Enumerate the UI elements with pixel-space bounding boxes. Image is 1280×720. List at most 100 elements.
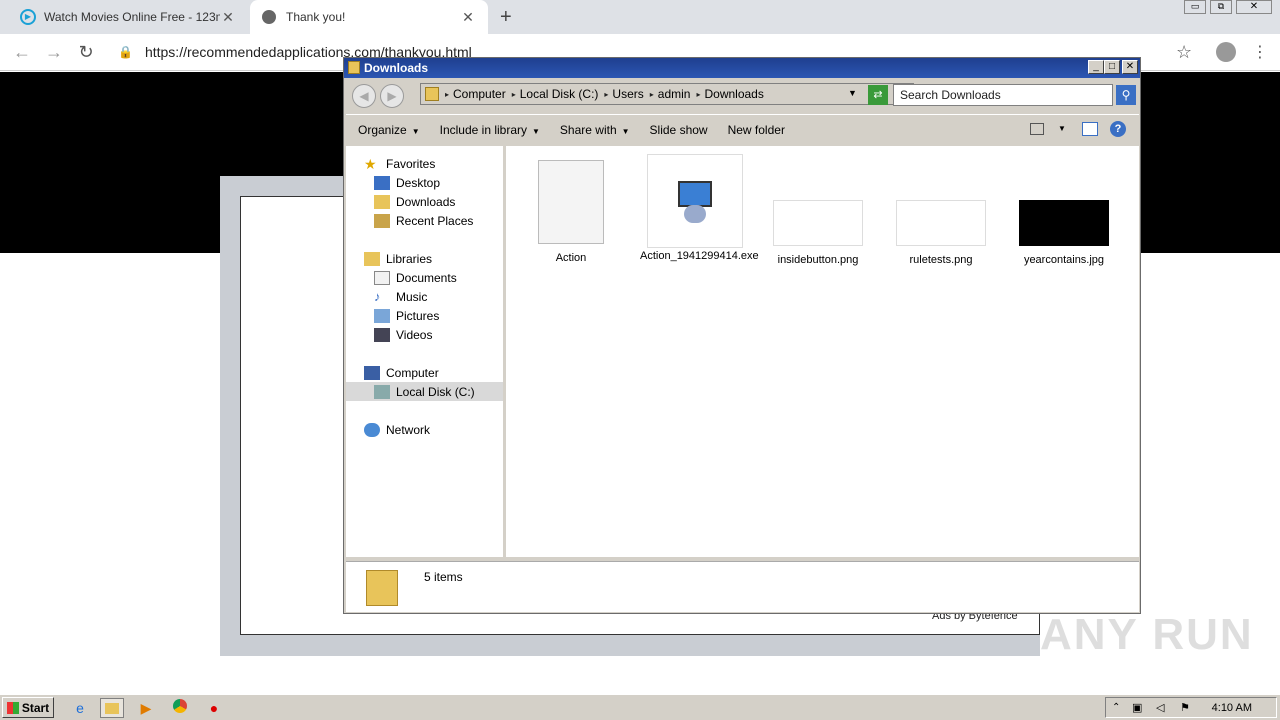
folder-icon — [366, 570, 398, 606]
file-item[interactable]: yearcontains.jpg — [1009, 200, 1119, 266]
share-with-button[interactable]: Share with ▼ — [560, 123, 630, 137]
slide-show-button[interactable]: Slide show — [650, 123, 708, 137]
file-item[interactable]: insidebutton.png — [763, 200, 873, 266]
network-icon — [364, 422, 380, 437]
nav-documents[interactable]: Documents — [346, 268, 503, 287]
chevron-down-icon[interactable]: ▼ — [848, 88, 857, 98]
chevron-right-icon[interactable]: ▸ — [445, 90, 449, 99]
internet-explorer-icon[interactable]: e — [68, 698, 92, 718]
search-placeholder: Search Downloads — [900, 88, 1001, 102]
preview-pane-icon[interactable] — [1082, 122, 1098, 136]
tab-thank-you[interactable]: Thank you! ✕ — [250, 0, 488, 34]
network-tray-icon[interactable]: ▣ — [1132, 701, 1142, 714]
refresh-icon[interactable]: ⇄ — [868, 85, 888, 105]
reload-icon[interactable]: ↻ — [74, 40, 98, 64]
close-button[interactable]: ✕ — [1122, 60, 1138, 74]
restore-icon[interactable]: ⧉ — [1210, 0, 1232, 14]
organize-button[interactable]: Organize ▼ — [358, 123, 420, 137]
tab-watch-movies[interactable]: ▶ Watch Movies Online Free - 123mov ✕ — [8, 0, 248, 34]
start-button[interactable]: Start — [2, 697, 54, 718]
clock[interactable]: 4:10 AM — [1212, 702, 1252, 714]
nav-music[interactable]: ♪ Music — [346, 287, 503, 306]
folder-icon — [425, 87, 439, 101]
flag-icon[interactable]: ⚑ — [1180, 701, 1190, 714]
back-icon[interactable]: ← — [10, 40, 34, 64]
breadcrumb-users[interactable]: Users — [612, 87, 643, 101]
tab-title: Watch Movies Online Free - 123mov — [44, 10, 220, 24]
breadcrumb-downloads[interactable]: Downloads — [704, 87, 763, 101]
desktop-icon — [374, 175, 390, 190]
navigation-pane: ★ Favorites Desktop Downloads Recent Plac… — [346, 146, 503, 557]
nav-recent-places[interactable]: Recent Places — [346, 211, 503, 230]
tray-expand-icon[interactable]: ⌃ — [1112, 702, 1120, 713]
lock-icon: 🔒 — [118, 45, 133, 59]
watermark-logo: ANY RUN — [1040, 610, 1254, 659]
status-bar: 5 items — [346, 561, 1139, 612]
breadcrumb[interactable]: ▸ Computer ▸ Local Disk (C:) ▸ Users ▸ a… — [420, 83, 914, 105]
image-thumbnail-icon — [896, 200, 986, 246]
file-name: Action_1941299414.exe — [640, 250, 759, 262]
chrome-icon[interactable] — [168, 698, 192, 718]
nav-libraries[interactable]: Libraries — [346, 249, 503, 268]
explorer-window: Downloads _ □ ✕ ◀ ▶ ▸ Computer ▸ Local D… — [343, 57, 1141, 614]
close-icon[interactable]: ✕ — [1236, 0, 1272, 14]
nav-network[interactable]: Network — [346, 420, 503, 439]
nav-computer[interactable]: Computer — [346, 363, 503, 382]
media-player-icon[interactable]: ▶ — [134, 698, 158, 718]
minimize-icon[interactable]: ▭ — [1184, 0, 1206, 14]
window-controls: ▭ ⧉ ✕ — [1184, 0, 1276, 16]
nav-downloads[interactable]: Downloads — [346, 192, 503, 211]
tab-title: Thank you! — [286, 10, 346, 24]
search-input[interactable]: Search Downloads — [893, 84, 1113, 106]
star-icon: ★ — [364, 155, 377, 172]
chevron-down-icon: ▼ — [621, 127, 630, 136]
view-icon[interactable] — [1030, 123, 1044, 135]
include-in-library-button[interactable]: Include in library ▼ — [440, 123, 540, 137]
bookmark-star-icon[interactable]: ☆ — [1176, 42, 1192, 63]
chevron-down-icon[interactable]: ▼ — [1058, 124, 1066, 133]
minimize-button[interactable]: _ — [1088, 60, 1104, 74]
new-tab-button[interactable]: + — [500, 6, 512, 29]
image-thumbnail-icon — [1019, 200, 1109, 246]
nav-pictures[interactable]: Pictures — [346, 306, 503, 325]
new-folder-button[interactable]: New folder — [728, 123, 785, 137]
documents-icon — [374, 270, 390, 285]
nav-videos[interactable]: Videos — [346, 325, 503, 344]
file-name: Action — [555, 252, 587, 264]
forward-icon[interactable]: ▶ — [380, 84, 404, 108]
stop-icon[interactable]: ● — [202, 698, 226, 718]
window-titlebar[interactable]: Downloads — [344, 58, 1140, 78]
file-item[interactable]: Action_1941299414.exe — [640, 154, 759, 263]
nav-desktop[interactable]: Desktop — [346, 173, 503, 192]
file-item[interactable]: Action — [516, 160, 626, 264]
chevron-right-icon[interactable]: ▸ — [604, 90, 608, 99]
command-bar: Organize ▼ Include in library ▼ Share with… — [346, 114, 1139, 145]
close-tab-icon[interactable]: ✕ — [460, 9, 476, 26]
videos-icon — [374, 327, 390, 342]
forward-icon[interactable]: → — [42, 40, 66, 64]
explorer-folder-icon[interactable] — [100, 698, 124, 718]
breadcrumb-admin[interactable]: admin — [658, 87, 691, 101]
recent-places-icon — [374, 213, 390, 228]
breadcrumb-computer[interactable]: Computer — [453, 87, 506, 101]
menu-icon[interactable]: ⋮ — [1252, 42, 1268, 62]
breadcrumb-local-disk[interactable]: Local Disk (C:) — [520, 87, 599, 101]
help-icon[interactable]: ? — [1110, 121, 1126, 137]
system-tray: ⌃ ▣ ◁ ⚑ 4:10 AM — [1105, 697, 1277, 718]
chevron-right-icon[interactable]: ▸ — [650, 90, 654, 99]
close-tab-icon[interactable]: ✕ — [220, 9, 236, 26]
volume-icon[interactable]: ◁ — [1156, 701, 1164, 714]
maximize-button[interactable]: □ — [1104, 60, 1120, 74]
back-icon[interactable]: ◀ — [352, 84, 376, 108]
file-item[interactable]: ruletests.png — [886, 200, 996, 266]
chevron-right-icon[interactable]: ▸ — [696, 90, 700, 99]
profile-avatar-icon[interactable] — [1216, 42, 1236, 62]
installer-icon — [647, 154, 743, 248]
music-icon: ♪ — [374, 288, 381, 304]
chevron-right-icon[interactable]: ▸ — [512, 90, 516, 99]
search-icon[interactable]: ⚲ — [1116, 85, 1136, 105]
navigation-bar: ◀ ▶ ▸ Computer ▸ Local Disk (C:) ▸ Users… — [346, 80, 1139, 112]
chevron-down-icon: ▼ — [532, 127, 540, 136]
nav-favorites[interactable]: ★ Favorites — [346, 154, 503, 173]
nav-local-disk[interactable]: Local Disk (C:) — [346, 382, 503, 401]
